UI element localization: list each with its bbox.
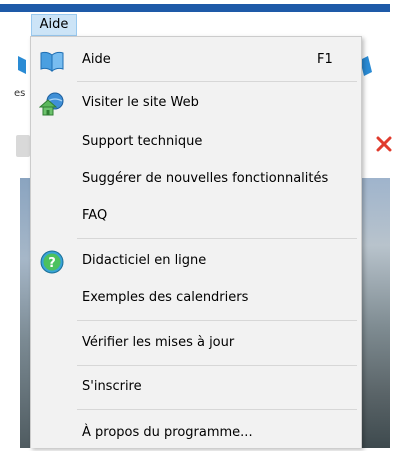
menu-item-label: FAQ <box>82 208 108 223</box>
globe-home-icon <box>39 92 64 116</box>
menu-item-shortcut: F1 <box>317 52 333 67</box>
aide-dropdown-menu: Aide F1 Visiter le site Web Support tech… <box>30 36 362 448</box>
menu-separator <box>77 365 357 366</box>
menu-item-support[interactable]: Support technique <box>31 124 361 160</box>
menu-item-visit-website[interactable]: Visiter le site Web <box>31 85 361 121</box>
menu-item-register[interactable]: S'inscrire <box>31 369 361 405</box>
menu-separator <box>77 320 357 321</box>
menu-aide[interactable]: Aide <box>31 14 77 36</box>
menu-item-label: S'inscrire <box>82 379 142 394</box>
menu-item-calendar-examples[interactable]: Exemples des calendriers <box>31 280 361 316</box>
menu-item-label: À propos du programme... <box>82 425 253 440</box>
book-icon <box>40 51 64 72</box>
menu-item-label: Exemples des calendriers <box>82 290 249 305</box>
close-icon <box>376 136 392 152</box>
menu-item-label: Suggérer de nouvelles fonctionnalités <box>82 171 329 186</box>
menu-item-label: Aide <box>82 52 111 67</box>
menu-item-label: Vérifier les mises à jour <box>82 335 235 350</box>
menu-item-faq[interactable]: FAQ <box>31 198 361 234</box>
background-photo-right <box>362 178 390 448</box>
menu-item-about[interactable]: À propos du programme... <box>31 415 361 451</box>
svg-text:?: ? <box>48 256 56 271</box>
app-title-strip <box>0 4 390 12</box>
menu-item-check-updates[interactable]: Vérifier les mises à jour <box>31 325 361 361</box>
menu-item-label: Visiter le site Web <box>82 95 199 110</box>
help-circle-icon: ? <box>40 250 64 274</box>
menu-item-label: Didacticiel en ligne <box>82 253 207 268</box>
toolbar-edge-button <box>16 135 30 157</box>
menu-item-label: Support technique <box>82 134 203 149</box>
menu-item-aide[interactable]: Aide F1 <box>31 42 361 78</box>
menu-separator <box>77 238 357 239</box>
toolbar-edge-icon <box>18 56 26 74</box>
menu-separator <box>77 409 357 410</box>
menu-item-suggest-features[interactable]: Suggérer de nouvelles fonctionnalités <box>31 161 361 197</box>
menu-separator <box>77 81 357 82</box>
menu-item-online-tutorial[interactable]: ? Didacticiel en ligne <box>31 243 361 279</box>
toolbar-partial-label: es <box>14 88 26 99</box>
